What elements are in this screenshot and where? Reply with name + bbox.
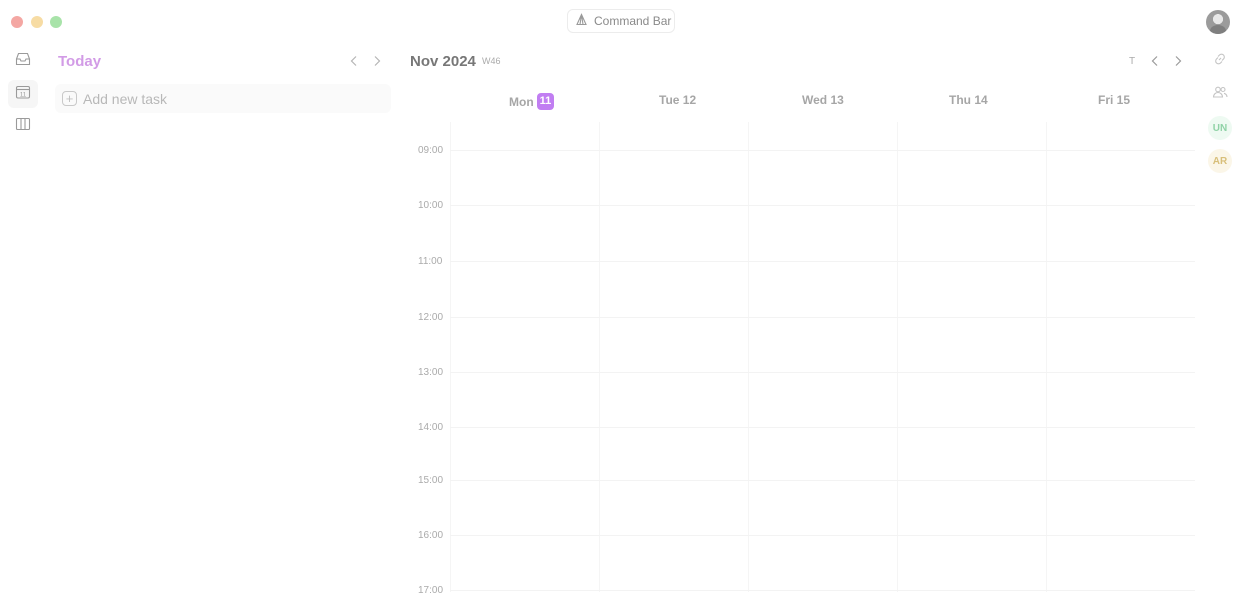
command-icon bbox=[575, 13, 588, 29]
inbox-icon bbox=[15, 52, 31, 71]
day-column-divider bbox=[450, 122, 451, 592]
command-bar-button[interactable]: Command Bar bbox=[567, 9, 675, 33]
hour-line bbox=[450, 590, 1195, 591]
hour-label: 11:00 bbox=[418, 256, 443, 267]
day-column-divider bbox=[748, 122, 749, 592]
command-bar-label: Command Bar bbox=[594, 14, 672, 28]
sidebar-item-board[interactable] bbox=[8, 112, 38, 140]
zoom-window-button[interactable] bbox=[50, 16, 62, 28]
today-button[interactable]: T bbox=[1129, 56, 1135, 67]
sidebar-item-calendar[interactable]: 11 bbox=[8, 80, 38, 108]
add-task-input[interactable]: + Add new task bbox=[55, 84, 391, 113]
close-window-button[interactable] bbox=[11, 16, 23, 28]
calendar-week-label: W46 bbox=[482, 56, 501, 66]
today-date-badge: 11 bbox=[536, 93, 555, 110]
hour-line bbox=[450, 480, 1195, 481]
hour-label: 09:00 bbox=[418, 145, 444, 156]
hour-label: 16:00 bbox=[418, 530, 444, 541]
hour-label: 17:00 bbox=[418, 585, 444, 596]
today-next-icon[interactable] bbox=[372, 54, 382, 70]
hour-line bbox=[450, 317, 1195, 318]
hour-label: 12:00 bbox=[418, 312, 444, 323]
people-button[interactable] bbox=[1209, 83, 1231, 105]
today-prev-icon[interactable] bbox=[349, 54, 359, 70]
hour-line bbox=[450, 372, 1195, 373]
day-column-divider bbox=[897, 122, 898, 592]
link-button[interactable] bbox=[1209, 50, 1231, 72]
sidebar-item-inbox[interactable] bbox=[8, 47, 38, 75]
calendar-month-label: Nov 2024 bbox=[410, 53, 476, 70]
add-task-placeholder: Add new task bbox=[83, 90, 168, 107]
hour-line bbox=[450, 150, 1195, 151]
calendar-next-icon[interactable] bbox=[1173, 54, 1183, 70]
day-name: Mon bbox=[509, 94, 534, 109]
hour-label: 13:00 bbox=[418, 367, 444, 378]
today-panel-title: Today bbox=[58, 53, 102, 70]
link-icon bbox=[1213, 52, 1227, 71]
day-header-fri[interactable]: Fri 15 bbox=[1098, 93, 1130, 107]
hour-line bbox=[450, 427, 1195, 428]
columns-icon bbox=[15, 117, 31, 136]
hour-label: 10:00 bbox=[418, 200, 444, 211]
day-name: Tue 12 bbox=[659, 93, 697, 107]
day-name: Thu 14 bbox=[949, 93, 988, 107]
calendar-icon: 11 bbox=[15, 85, 31, 104]
hour-line bbox=[450, 535, 1195, 536]
day-column-divider bbox=[1046, 122, 1047, 592]
day-header-tue[interactable]: Tue 12 bbox=[659, 93, 696, 107]
day-column-divider bbox=[599, 122, 600, 592]
day-name: Fri 15 bbox=[1098, 93, 1131, 107]
user-chip-ar[interactable]: AR bbox=[1208, 149, 1232, 173]
user-chip-un[interactable]: UN bbox=[1208, 116, 1232, 140]
day-header-mon[interactable]: Mon 11 bbox=[509, 93, 555, 110]
plus-icon: + bbox=[62, 91, 77, 106]
hour-label: 14:00 bbox=[418, 422, 444, 433]
minimize-window-button[interactable] bbox=[31, 16, 43, 28]
hour-line bbox=[450, 205, 1195, 206]
hour-line bbox=[450, 261, 1195, 262]
people-icon bbox=[1212, 85, 1228, 104]
avatar[interactable] bbox=[1206, 10, 1230, 34]
calendar-prev-icon[interactable] bbox=[1150, 54, 1160, 70]
day-header-thu[interactable]: Thu 14 bbox=[949, 93, 988, 107]
svg-text:11: 11 bbox=[20, 92, 27, 98]
hour-label: 15:00 bbox=[418, 475, 444, 486]
day-header-wed[interactable]: Wed 13 bbox=[802, 93, 844, 107]
day-name: Wed 13 bbox=[802, 93, 844, 107]
